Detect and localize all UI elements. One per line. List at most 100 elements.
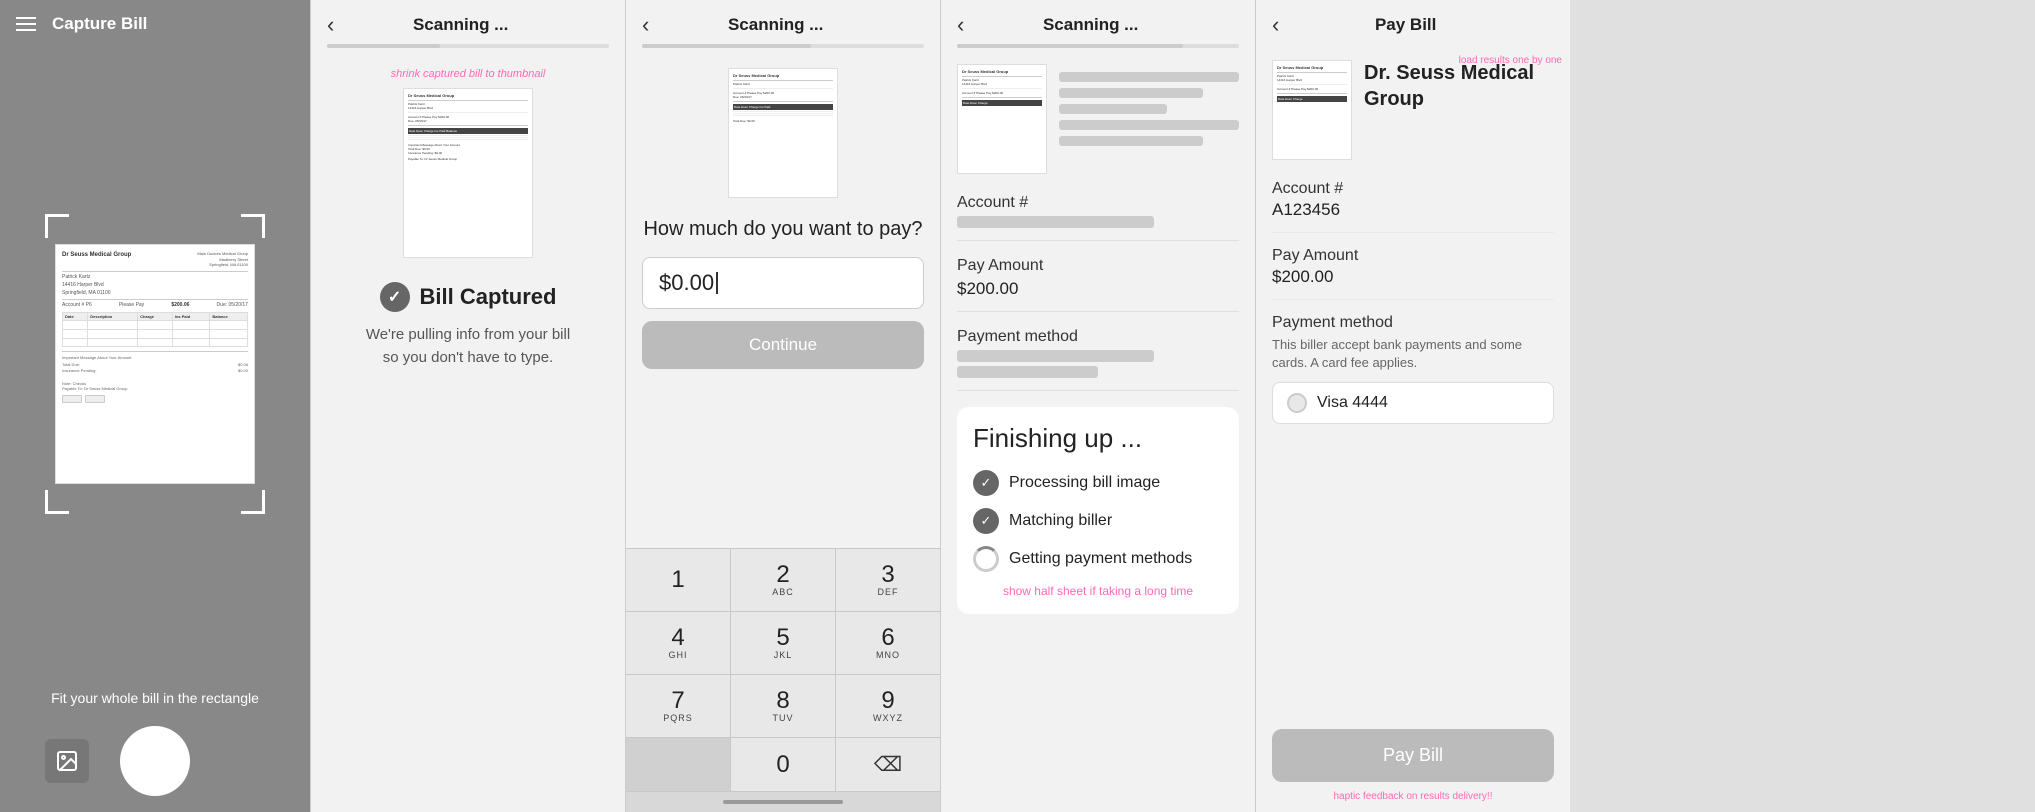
skeleton-4 xyxy=(1059,120,1239,130)
pay-amount-field: Pay Amount $200.00 xyxy=(957,257,1239,312)
back-button-5[interactable]: ‹ xyxy=(1272,14,1279,36)
skeleton-3 xyxy=(1059,104,1167,114)
step-3: Getting payment methods xyxy=(973,546,1223,572)
show-half-sheet-link[interactable]: show half sheet if taking a long time xyxy=(973,584,1223,598)
step-2: ✓ Matching biller xyxy=(973,508,1223,534)
pm-description: This biller accept bank payments and som… xyxy=(1272,336,1554,372)
finishing-up-panel: Finishing up ... ✓ Processing bill image… xyxy=(957,407,1239,614)
corner-tr xyxy=(241,214,265,238)
key-7[interactable]: 7 PQRS xyxy=(626,675,730,737)
key-5[interactable]: 5 JKL xyxy=(731,612,835,674)
please-pay: Please Pay xyxy=(119,302,144,309)
step-2-icon: ✓ xyxy=(973,508,999,534)
bill-address: Main Doctors Medical GroupMadberry Stree… xyxy=(197,251,248,268)
corner-br xyxy=(241,490,265,514)
hamburger-menu-button[interactable] xyxy=(16,17,36,31)
pm-skeleton-2 xyxy=(957,366,1098,378)
key-1-num: 1 xyxy=(671,568,684,592)
step-2-check: ✓ xyxy=(981,513,992,529)
key-3[interactable]: 3 DEF xyxy=(836,549,940,611)
bill-divider xyxy=(62,271,248,272)
screen4-nav: ‹ Scanning ... xyxy=(941,0,1255,44)
screen5-title: Pay Bill xyxy=(1279,15,1532,35)
screen5-nav: ‹ Pay Bill xyxy=(1256,0,1570,44)
pay-amount-value-5: $200.00 xyxy=(1272,267,1554,287)
payment-method-field: Payment method xyxy=(957,328,1239,391)
key-3-letters: DEF xyxy=(878,587,899,597)
screen3-title: Scanning ... xyxy=(649,15,902,35)
amount-input-display[interactable]: $0.00 xyxy=(642,257,924,309)
pay-bill-button[interactable]: Pay Bill xyxy=(1272,729,1554,782)
bill-captured-subtitle: We're pulling info from your bill so you… xyxy=(358,324,578,369)
pay-amount-field-label: Pay Amount xyxy=(957,257,1239,275)
key-2-num: 2 xyxy=(776,563,789,587)
bill-thumbnail: Dr Seuss Medical Group Patrick Kartz 144… xyxy=(403,88,533,258)
bill-note: Important Message About Your Amount Tota… xyxy=(62,351,248,403)
screen4-title: Scanning ... xyxy=(964,15,1217,35)
continue-button[interactable]: Continue xyxy=(642,321,924,369)
key-6-letters: MNO xyxy=(876,650,900,660)
bill-preview: Dr Seuss Medical Group Main Doctors Medi… xyxy=(55,244,255,484)
key-2-letters: ABC xyxy=(772,587,794,597)
step-2-label: Matching biller xyxy=(1009,512,1112,530)
key-8-num: 8 xyxy=(776,689,789,713)
annotation-shrink: shrink captured bill to thumbnail xyxy=(391,68,546,80)
pay-amount-field-5: Pay Amount $200.00 xyxy=(1272,247,1554,300)
back-button[interactable]: ‹ xyxy=(327,14,334,36)
bill-captured-title: Bill Captured xyxy=(420,284,557,310)
bill-table: DateDescriptionChargeIns PaidBalance xyxy=(62,312,248,347)
gallery-button[interactable] xyxy=(45,739,89,783)
numeric-keypad: 1 2 ABC 3 DEF 4 GHI 5 JKL 6 MNO 7 PQRS 8… xyxy=(626,548,940,812)
corner-bl xyxy=(45,490,69,514)
bill-payable: Payable To: Dr Seuss Medical Group xyxy=(62,386,128,391)
scanning-captured-screen: ‹ Scanning ... shrink captured bill to t… xyxy=(310,0,625,812)
step-1: ✓ Processing bill image xyxy=(973,470,1223,496)
screen5-content: Dr Seuss Medical Group Patrick Kartz 144… xyxy=(1256,44,1570,812)
footer-logo1 xyxy=(62,395,82,403)
back-button-3[interactable]: ‹ xyxy=(642,14,649,36)
screen1-title: Capture Bill xyxy=(52,14,147,34)
key-6[interactable]: 6 MNO xyxy=(836,612,940,674)
bill-total-value: $0.06 xyxy=(238,362,248,368)
key-4[interactable]: 4 GHI xyxy=(626,612,730,674)
biller-info-row: Dr Seuss Medical Group Patrick Kartz 144… xyxy=(1272,60,1554,160)
screen2-content: shrink captured bill to thumbnail Dr Seu… xyxy=(311,48,625,812)
capture-button[interactable] xyxy=(120,726,190,796)
key-9[interactable]: 9 WXYZ xyxy=(836,675,940,737)
key-2[interactable]: 2 ABC xyxy=(731,549,835,611)
patient-city: Springfield, MA 01100 xyxy=(62,290,111,297)
key-5-num: 5 xyxy=(776,626,789,650)
skeleton-5 xyxy=(1059,136,1203,146)
key-0[interactable]: 0 xyxy=(731,738,835,791)
visa-card-option[interactable]: Visa 4444 xyxy=(1272,382,1554,424)
bill-divider2 xyxy=(62,299,248,300)
key-1[interactable]: 1 xyxy=(626,549,730,611)
annotation-load: load results one by one xyxy=(1459,55,1562,66)
bill-total-label: Total Due: xyxy=(62,362,80,368)
cursor-blink xyxy=(716,272,718,294)
screen2-title: Scanning ... xyxy=(334,15,587,35)
pm-skeleton-1 xyxy=(957,350,1154,362)
screen4-content: Dr Seuss Medical Group Patrick Kartz 144… xyxy=(941,48,1255,812)
viewfinder-area: Dr Seuss Medical Group Main Doctors Medi… xyxy=(0,48,310,680)
payment-method-section: Payment method This biller accept bank p… xyxy=(1272,314,1554,424)
screen3-content: Dr Seuss Medical Group Patrick Kartz Acc… xyxy=(626,48,940,548)
due-date: Due: 05/20/17 xyxy=(217,302,248,309)
back-button-4[interactable]: ‹ xyxy=(957,14,964,36)
step-3-icon xyxy=(973,546,999,572)
key-8[interactable]: 8 TUV xyxy=(731,675,835,737)
key-4-num: 4 xyxy=(671,626,684,650)
step-3-label: Getting payment methods xyxy=(1009,550,1192,568)
capture-bill-screen: Capture Bill Dr Seuss Medical Group Main… xyxy=(0,0,310,812)
key-delete[interactable]: ⌫ xyxy=(836,738,940,791)
step-1-label: Processing bill image xyxy=(1009,474,1160,492)
step-1-check: ✓ xyxy=(981,475,992,491)
pm-label-5: Payment method xyxy=(1272,314,1554,332)
key-9-num: 9 xyxy=(881,689,894,713)
home-bar xyxy=(723,800,843,804)
skeleton-lines xyxy=(1059,64,1239,174)
screen3-nav: ‹ Scanning ... xyxy=(626,0,940,44)
pay-bill-screen: ‹ Pay Bill load results one by one Dr Se… xyxy=(1255,0,1570,812)
check-mark: ✓ xyxy=(388,287,401,307)
skeleton-2 xyxy=(1059,88,1203,98)
